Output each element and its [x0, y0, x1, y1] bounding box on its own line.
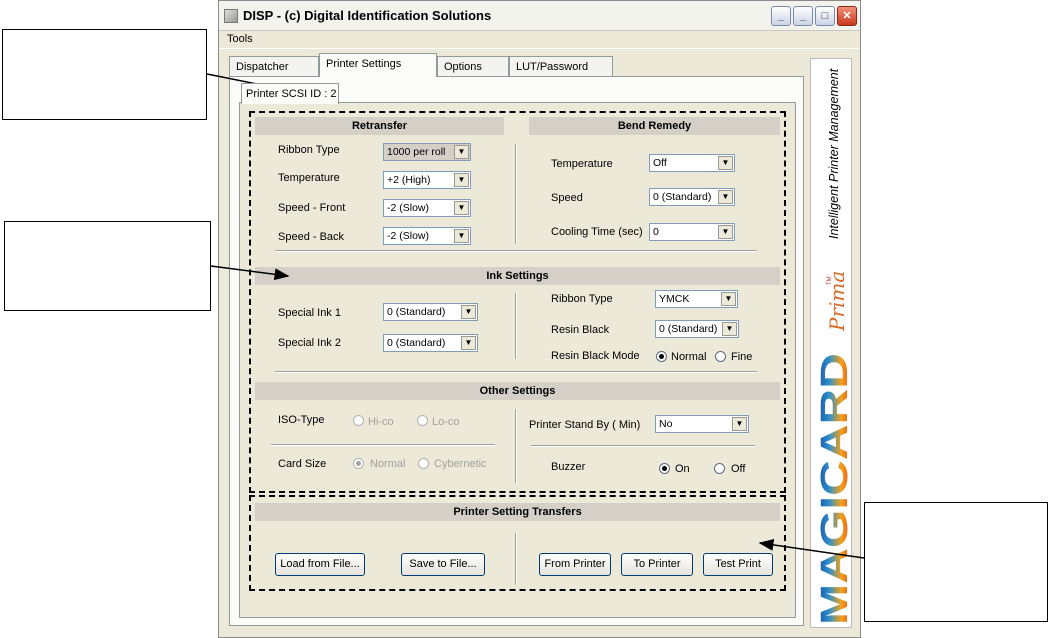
tab-printer-settings[interactable]: Printer Settings	[319, 53, 437, 77]
tab-printer-scsi-id[interactable]: Printer SCSI ID : 2	[241, 83, 339, 104]
arrow-to-ink-settings	[210, 265, 290, 281]
arrow-to-transfers	[758, 538, 865, 559]
callout-arrows	[206, 73, 865, 559]
